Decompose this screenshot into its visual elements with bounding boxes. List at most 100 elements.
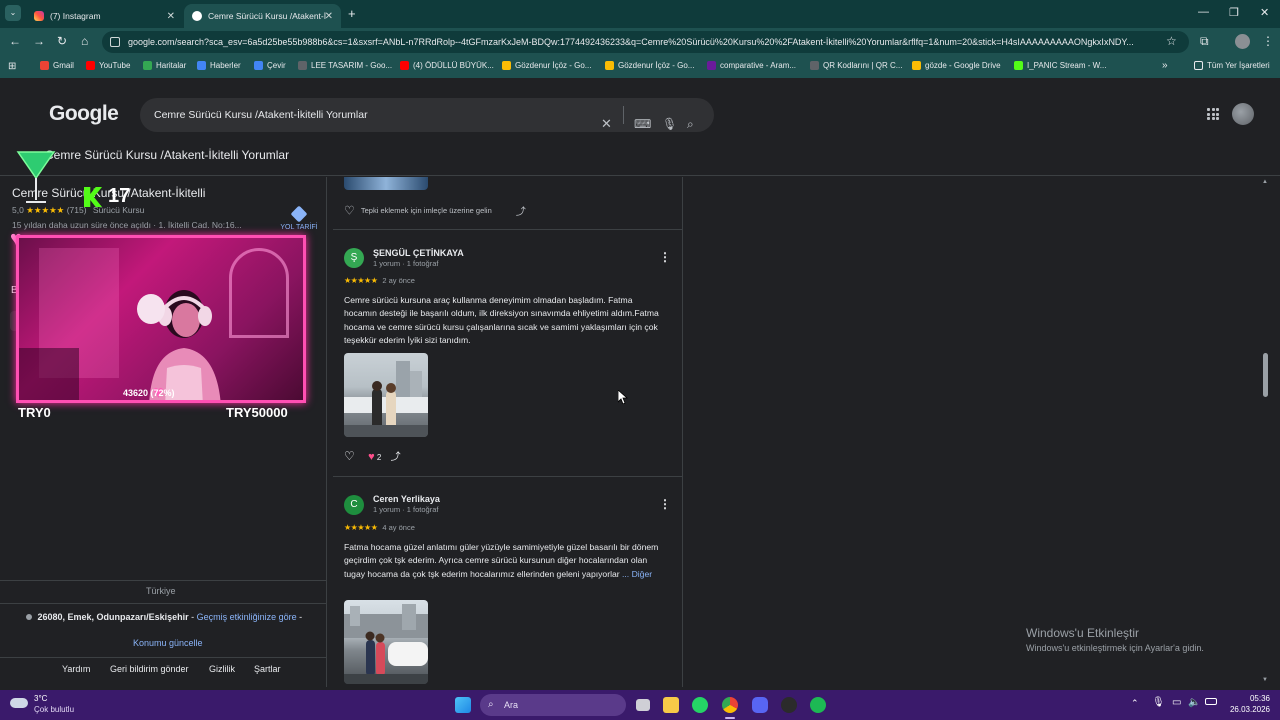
windows-start-icon[interactable]	[455, 697, 471, 713]
clock[interactable]: 05:36 26.03.2026	[1226, 694, 1270, 714]
review-photo-image	[344, 604, 428, 684]
k-icon	[707, 61, 716, 70]
footer-terms-link[interactable]: Şartlar	[254, 664, 281, 674]
bookmark-star-icon[interactable]: ☆	[1166, 34, 1177, 48]
review-photo[interactable]	[344, 353, 428, 437]
tab-instagram[interactable]: (7) Instagram ✕	[26, 4, 183, 28]
discord-icon[interactable]	[752, 697, 768, 713]
reviewer-avatar[interactable]: C	[344, 495, 364, 515]
bookmark-gmail[interactable]: Gmail	[40, 61, 74, 70]
footer-help-link[interactable]: Yardım	[62, 664, 90, 674]
bookmark-odullu[interactable]: (4) ÖDÜLLÜ BÜYÜK...	[400, 61, 494, 70]
footer-feedback-link[interactable]: Geri bildirim gönder	[110, 664, 189, 674]
like-heart-icon[interactable]: ♡	[344, 204, 355, 218]
profile-avatar[interactable]	[1235, 34, 1250, 49]
reaction-count-group[interactable]: ♥ 2	[368, 451, 381, 463]
search-icon[interactable]: ⌕	[687, 107, 694, 141]
bookmark-comparative[interactable]: comparative - Aram...	[707, 61, 796, 70]
google-header: Google Cemre Sürücü Kursu /Atakent-İkite…	[0, 78, 1280, 176]
reviewer-name[interactable]: Ceren Yerlikaya	[373, 494, 440, 504]
page-scrollbar[interactable]: ▲ ▼	[1260, 177, 1270, 687]
window-close-icon[interactable]: ✕	[1260, 6, 1269, 19]
bookmark-gozdenur-1[interactable]: Gözdenur İçöz - Go...	[502, 61, 591, 70]
more-bookmarks-icon[interactable]: »	[1162, 60, 1168, 71]
location-dot-icon	[26, 614, 32, 620]
instagram-icon	[34, 11, 44, 21]
top-review-photo[interactable]	[344, 177, 428, 190]
home-icon[interactable]: ⌂	[81, 34, 88, 48]
bookmark-lee-tasarim[interactable]: LEE TASARIM - Goo...	[298, 61, 392, 70]
task-view-icon[interactable]	[636, 699, 650, 711]
taskbar-search[interactable]: ⌕ Ara	[480, 694, 626, 716]
like-heart-icon[interactable]: ♡	[344, 449, 355, 463]
bookmark-gozde-drive[interactable]: gözde - Google Drive	[912, 61, 1001, 70]
maximize-icon[interactable]: ❐	[1229, 6, 1239, 19]
all-bookmarks[interactable]: Tüm Yer İşaretleri	[1194, 61, 1270, 70]
game-app-icon[interactable]	[781, 697, 797, 713]
search-icon: ⌕	[488, 699, 494, 710]
url-text: google.com/search?sca_esv=6a5d25be55b988…	[128, 37, 1134, 47]
bookmark-translate[interactable]: Çevir	[254, 61, 286, 70]
bookmark-gozdenur-2[interactable]: Gözdenur İçöz - Go...	[605, 61, 694, 70]
tray-chevron-icon[interactable]: ⌃	[1131, 698, 1139, 709]
review-photo[interactable]	[344, 600, 428, 684]
clear-search-icon[interactable]: ✕	[601, 107, 612, 141]
spotify-icon[interactable]	[810, 697, 826, 713]
footer-privacy-link[interactable]: Gizlilik	[209, 664, 235, 674]
google-apps-icon[interactable]	[1207, 108, 1219, 120]
tab-google-search[interactable]: Cemre Sürücü Kursu /Atakent-İ ✕	[184, 4, 341, 28]
bookmarks-bar: ⊞ Gmail YouTube Haritalar Haberler Çevir…	[0, 56, 1280, 78]
battery-icon[interactable]	[1205, 698, 1217, 705]
google-logo[interactable]: Google	[49, 102, 119, 126]
bookmark-maps[interactable]: Haritalar	[143, 61, 186, 70]
directions-button[interactable]: YOL TARİFİ	[278, 205, 320, 231]
chrome-icon[interactable]	[722, 697, 738, 713]
new-tab-icon[interactable]: +	[348, 6, 356, 21]
share-icon[interactable]: ⤴	[516, 207, 526, 218]
review-count[interactable]: (715)	[67, 205, 87, 215]
scroll-down-arrow-icon[interactable]: ▼	[1262, 677, 1268, 683]
close-tab-icon[interactable]: ✕	[167, 11, 175, 22]
keyboard-icon[interactable]: ⌨	[634, 107, 651, 141]
search-input[interactable]: Cemre Sürücü Kursu /Atakent-İkitelli Yor…	[140, 98, 714, 132]
forward-icon[interactable]: →	[33, 34, 45, 48]
menu-icon[interactable]: ⋮	[1262, 34, 1274, 48]
scrollbar-thumb[interactable]	[1263, 353, 1268, 397]
site-info-icon[interactable]	[110, 37, 120, 47]
review-menu-icon[interactable]: ⋮	[659, 250, 671, 264]
account-avatar[interactable]	[1232, 103, 1254, 125]
back-icon[interactable]: ←	[9, 34, 21, 48]
microphone-icon[interactable]: 🎙	[662, 107, 677, 141]
weather-temp: 3°C	[34, 694, 48, 703]
scroll-up-arrow-icon[interactable]: ▲	[1262, 179, 1268, 185]
network-icon[interactable]: ▭	[1172, 697, 1181, 708]
review-menu-icon[interactable]: ⋮	[659, 497, 671, 511]
extensions-icon[interactable]: ⧉	[1200, 34, 1209, 49]
share-icon[interactable]: ⤴	[391, 452, 401, 463]
kick-icon	[1014, 61, 1023, 70]
file-explorer-icon[interactable]	[663, 697, 679, 713]
reviewer-name[interactable]: ŞENGÜL ÇETİNKAYA	[373, 248, 464, 258]
directions-icon	[290, 205, 308, 223]
update-location-link[interactable]: Konumu güncelle	[133, 638, 203, 648]
footer-country: Türkiye	[146, 586, 176, 596]
bookmark-youtube[interactable]: YouTube	[86, 61, 130, 70]
tab-search-chevron-icon[interactable]: ⌄	[5, 5, 21, 21]
location-source-link[interactable]: Geçmiş etkinliğinize göre	[197, 612, 297, 622]
address-bar[interactable]: google.com/search?sca_esv=6a5d25be55b988…	[102, 31, 1189, 53]
bookmark-news[interactable]: Haberler	[197, 61, 241, 70]
microphone-tray-icon[interactable]: 🎙	[1152, 697, 1165, 708]
apps-grid-icon[interactable]: ⊞	[8, 61, 16, 72]
bookmark-qr[interactable]: QR Kodlarını | QR C...	[810, 61, 902, 70]
whatsapp-icon[interactable]	[692, 697, 708, 713]
reviews-list: ♡ Tepki eklemek için imleçle üzerine gel…	[333, 177, 683, 687]
minimize-icon[interactable]: —	[1198, 6, 1209, 18]
close-tab-icon[interactable]: ✕	[325, 11, 333, 22]
volume-icon[interactable]: 🔈	[1188, 697, 1200, 708]
goal-start-amount: TRY0	[18, 405, 51, 420]
doc-icon	[298, 61, 307, 70]
bookmark-ipanic[interactable]: I_PANIC Stream - W...	[1014, 61, 1106, 70]
read-more-link[interactable]: ... Diğer	[622, 569, 652, 579]
reload-icon[interactable]: ↻	[57, 34, 67, 48]
reviewer-avatar[interactable]: Ş	[344, 248, 364, 268]
